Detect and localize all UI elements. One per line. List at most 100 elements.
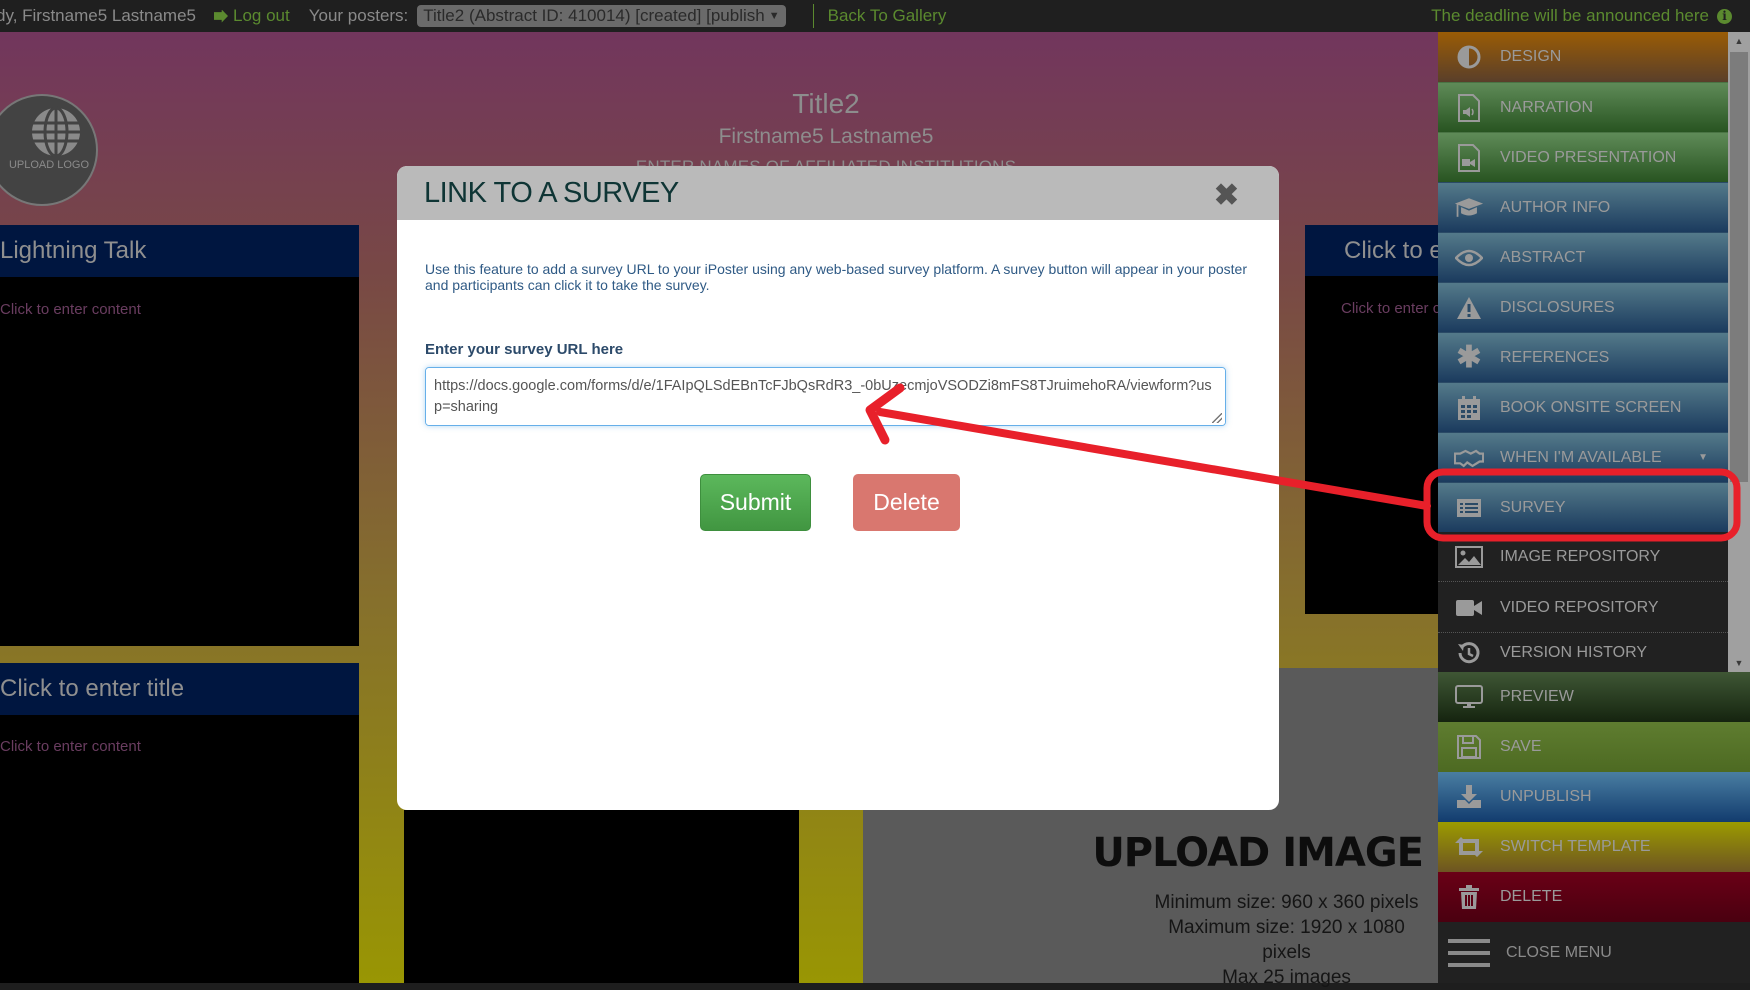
action-label: PREVIEW [1500,688,1574,705]
video-camera-icon [1454,593,1484,623]
sidebar-item-label: DISCLOSURES [1500,298,1615,316]
poster-author[interactable]: Firstname5 Lastname5 [0,125,1652,149]
close-menu-button[interactable]: CLOSE MENU [1438,922,1750,983]
survey-url-label: Enter your survey URL here [425,341,624,358]
sidebar-item-label: WHEN I'M AVAILABLE [1500,448,1662,466]
panel-title: Lightning Talk [0,237,147,264]
poster-title[interactable]: Title2 [0,88,1652,120]
warning-icon [1454,293,1484,323]
upload-image-heading: UPLOAD IMAGE [1092,830,1424,876]
sidebar-item-references[interactable]: ✱ REFERENCES [1438,332,1728,382]
delete-button[interactable]: Delete [853,474,960,531]
sidebar-item-design[interactable]: DESIGN [1438,32,1728,82]
deadline-text: The deadline will be announced here [1431,6,1709,25]
calendar-icon [1454,393,1484,423]
modal-description: Use this feature to add a survey URL to … [425,261,1248,293]
hamburger-icon [1448,938,1490,968]
panel-content-hint: Click to enter content [0,301,141,318]
scrollbar-thumb[interactable] [1730,52,1748,482]
chevron-down-icon: ▼ [768,10,780,22]
panel-header[interactable]: Click to e [1305,225,1438,276]
asterisk-icon: ✱ [1456,341,1482,374]
sidebar-item-version-history[interactable]: VERSION HISTORY [1438,634,1728,672]
unpublish-button[interactable]: UNPUBLISH [1438,772,1750,822]
logout-label: Log out [233,6,290,25]
sidebar-item-disclosures[interactable]: DISCLOSURES [1438,282,1728,332]
switch-template-button[interactable]: SWITCH TEMPLATE [1438,822,1750,872]
sidebar-item-narration[interactable]: NARRATION [1438,82,1728,132]
delete-poster-button[interactable]: DELETE [1438,872,1750,922]
sidebar-item-label: REFERENCES [1500,348,1610,366]
panel-body[interactable]: Click to enter c [1305,276,1438,614]
deadline-notice: The deadline will be announced here i [1431,6,1732,26]
sidebar-item-video-presentation[interactable]: VIDEO PRESENTATION [1438,132,1728,182]
panel-body[interactable] [404,810,799,983]
sidebar-item-label: ABSTRACT [1500,248,1586,266]
sidebar-item-label: NARRATION [1500,98,1594,116]
retweet-icon [1454,832,1484,862]
close-icon[interactable]: ✖ [1214,178,1239,213]
history-icon [1454,638,1484,668]
panel-header[interactable]: Click to enter title [0,663,359,715]
max-size-text: Maximum size: 1920 x 1080 pixels [1168,917,1405,963]
poster-select-value: Title2 (Abstract ID: 410014) [created] [… [423,6,765,25]
sidebar-item-abstract[interactable]: ABSTRACT [1438,232,1728,282]
upload-image-requirements: Minimum size: 960 x 360 pixels Maximum s… [863,890,1430,990]
survey-url-input[interactable] [425,367,1226,426]
download-icon [1454,782,1484,812]
min-size-text: Minimum size: 960 x 360 pixels [1154,892,1419,913]
sidebar-menu: DESIGN NARRATION VIDEO PRESENTATION AUTH… [1438,32,1750,983]
scroll-down-icon[interactable]: ▼ [1728,654,1750,672]
panel-content-hint: Click to enter c [1341,300,1438,317]
logout-link[interactable]: Log out [214,6,290,26]
poster-select[interactable]: Title2 (Abstract ID: 410014) [created] [… [417,5,786,27]
sidebar-item-image-repository[interactable]: IMAGE REPOSITORY [1438,532,1728,582]
monitor-icon [1454,682,1484,712]
graduation-cap-icon [1454,193,1484,223]
modal-title: LINK TO A SURVEY [424,176,679,209]
back-to-gallery-link[interactable]: Back To Gallery [828,6,947,26]
sidebar-item-label: VERSION HISTORY [1500,644,1647,661]
preview-button[interactable]: PREVIEW [1438,672,1750,722]
sidebar-scrollbar[interactable]: ▲ ▼ [1728,32,1750,672]
scroll-up-icon[interactable]: ▲ [1728,32,1750,50]
resize-handle[interactable] [1212,413,1222,423]
sidebar-item-survey[interactable]: SURVEY [1438,482,1728,532]
save-button[interactable]: SAVE [1438,722,1750,772]
submit-button[interactable]: Submit [700,474,811,531]
panel-header[interactable]: Lightning Talk [0,225,359,277]
eye-icon [1454,243,1484,273]
action-label: DELETE [1500,888,1563,905]
sidebar-item-label: DESIGN [1500,48,1562,65]
sidebar-item-author-info[interactable]: AUTHOR INFO [1438,182,1728,232]
panel-content-hint: Click to enter content [0,738,141,755]
image-icon [1454,542,1484,572]
sidebar-item-label: SURVEY [1500,498,1566,516]
handshake-icon [1454,443,1484,473]
close-menu-label: CLOSE MENU [1506,943,1612,961]
user-greeting: dy, Firstname5 Lastname5 [0,6,196,25]
action-label: SWITCH TEMPLATE [1500,838,1651,855]
action-label: SAVE [1500,738,1542,755]
divider [812,4,814,28]
contrast-icon [1454,42,1484,72]
sidebar-item-when-im-available[interactable]: WHEN I'M AVAILABLE ▼ [1438,432,1728,482]
survey-modal: LINK TO A SURVEY ✖ Use this feature to a… [397,166,1279,810]
panel-body[interactable]: Click to enter content [0,277,359,646]
panel-title: Click to e [1344,236,1438,264]
action-label: UNPUBLISH [1500,788,1592,805]
panel-body[interactable]: Click to enter content [0,715,359,983]
top-bar: dy, Firstname5 Lastname5 Log out Your po… [0,0,1750,32]
globe-icon [32,106,80,158]
info-icon[interactable]: i [1717,8,1732,24]
video-file-icon [1454,143,1484,173]
sidebar-item-book-onsite-screen[interactable]: BOOK ONSITE SCREEN [1438,382,1728,432]
caret-down-icon: ▼ [1698,452,1708,463]
sidebar-item-label: VIDEO PRESENTATION [1500,148,1677,166]
sidebar-item-label: AUTHOR INFO [1500,198,1611,216]
sidebar-item-video-repository[interactable]: VIDEO REPOSITORY [1438,583,1728,633]
sidebar-item-label: VIDEO REPOSITORY [1500,598,1659,616]
floppy-icon [1454,732,1484,762]
upload-logo-label: UPLOAD LOGO [8,159,90,171]
posters-label: Your posters: [308,6,409,25]
